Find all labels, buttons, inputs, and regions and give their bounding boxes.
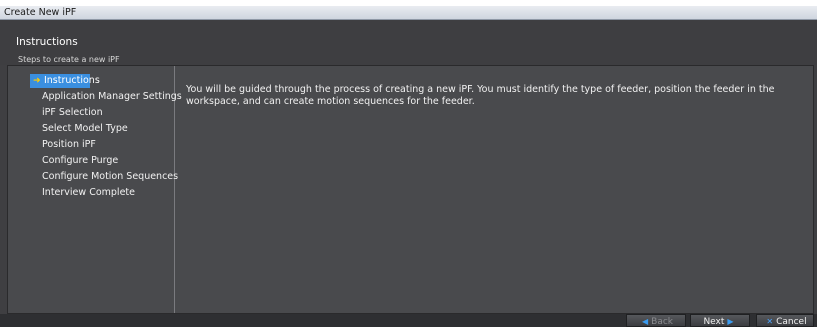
title-bar: Create New iPF <box>0 6 817 20</box>
step-label: Configure Motion Sequences <box>42 171 179 182</box>
step-label: Configure Purge <box>42 155 119 166</box>
wizard-footer: ◀ Back Next ▶ ✕ Cancel <box>0 314 817 327</box>
steps-panel: →Instructions ➜ Application Manager Sett… <box>8 66 182 313</box>
step-configure-motion-sequences[interactable]: Configure Motion Sequences <box>42 170 178 184</box>
page-subtitle: Steps to create a new iPF <box>18 55 120 64</box>
step-label: Select Model Type <box>42 123 128 134</box>
step-label: iPF Selection <box>42 107 103 118</box>
create-ipf-window: Create New iPF Instructions Steps to cre… <box>0 6 817 327</box>
left-arrow-icon: ◀ <box>641 317 649 326</box>
step-ipf-selection[interactable]: iPF Selection <box>42 106 103 120</box>
next-label: Next <box>703 317 725 327</box>
step-instructions[interactable]: →Instructions ➜ <box>8 74 174 88</box>
window-title: Create New iPF <box>4 7 77 18</box>
step-interview-complete[interactable]: Interview Complete <box>42 186 135 200</box>
back-label: Back <box>651 317 673 327</box>
current-step-arrow-icon: ➜ <box>33 76 41 86</box>
instructions-text: You will be guided through the process o… <box>186 84 775 107</box>
step-position-ipf[interactable]: Position iPF <box>42 138 96 152</box>
step-label: Interview Complete <box>42 187 135 198</box>
step-select-model-type[interactable]: Select Model Type <box>42 122 128 136</box>
step-configure-purge[interactable]: Configure Purge <box>42 154 118 168</box>
close-icon: ✕ <box>766 317 774 326</box>
right-arrow-icon: ▶ <box>727 317 734 326</box>
wizard-header: Instructions Steps to create a new iPF <box>0 20 817 65</box>
cancel-label: Cancel <box>776 317 807 327</box>
page-title: Instructions <box>16 36 78 48</box>
step-label: Position iPF <box>42 139 96 150</box>
back-button[interactable]: ◀ Back <box>626 314 686 327</box>
next-button[interactable]: Next ▶ <box>690 314 750 327</box>
content-frame: →Instructions ➜ Application Manager Sett… <box>7 65 814 314</box>
step-application-manager-settings[interactable]: Application Manager Settings <box>42 90 182 104</box>
step-label: Instructions <box>43 75 100 86</box>
cancel-button[interactable]: ✕ Cancel <box>756 314 814 327</box>
step-label: Application Manager Settings <box>42 91 182 102</box>
